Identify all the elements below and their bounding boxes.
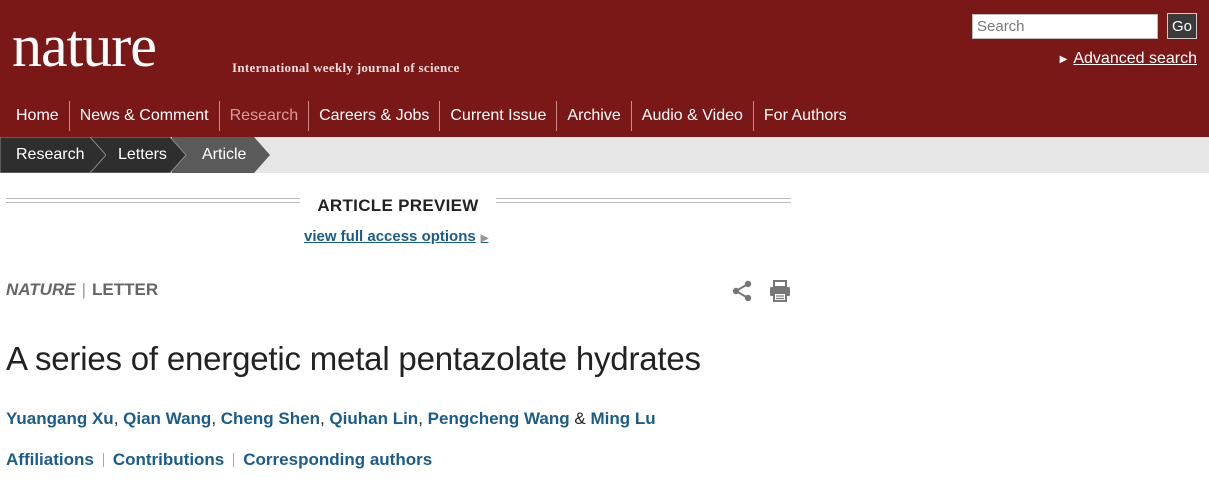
- author-link[interactable]: Pengcheng Wang: [428, 409, 570, 428]
- article-meta: NATURE | LETTER: [6, 280, 158, 300]
- advanced-search-link[interactable]: Advanced search: [1073, 50, 1197, 68]
- divider-left: [6, 198, 300, 203]
- main-nav: Home News & Comment Research Careers & J…: [6, 100, 857, 132]
- author-link[interactable]: Qian Wang: [123, 409, 211, 428]
- contributions-link[interactable]: Contributions: [113, 450, 224, 470]
- breadcrumb-research-label: Research: [16, 146, 85, 163]
- view-full-access-link[interactable]: view full access options ▶: [304, 228, 488, 245]
- author-separator: ,: [319, 409, 325, 428]
- search-go-button[interactable]: Go: [1167, 13, 1197, 39]
- nature-logo[interactable]: nature: [12, 14, 157, 78]
- affiliations-link[interactable]: Affiliations: [6, 450, 94, 470]
- nav-research[interactable]: Research: [220, 101, 310, 131]
- nav-archive[interactable]: Archive: [557, 101, 632, 131]
- view-full-access-label: view full access options: [304, 228, 476, 245]
- site-header: nature International weekly journal of s…: [0, 0, 1209, 137]
- author-separator: ,: [113, 409, 119, 428]
- link-divider: [102, 453, 104, 467]
- nav-news-comment[interactable]: News & Comment: [70, 101, 220, 131]
- journal-name: NATURE: [6, 280, 76, 299]
- author-joiner: &: [574, 409, 586, 428]
- right-triangle-icon: ▶: [480, 233, 489, 244]
- article-preview-label: ARTICLE PREVIEW: [317, 196, 479, 215]
- breadcrumb: Article Letters Research: [0, 137, 1209, 173]
- search-input[interactable]: [972, 14, 1158, 39]
- divider-right: [496, 198, 791, 203]
- article-type: LETTER: [92, 280, 159, 299]
- author-separator: ,: [211, 409, 217, 428]
- nav-for-authors[interactable]: For Authors: [754, 101, 857, 131]
- author-link[interactable]: Cheng Shen: [221, 409, 320, 428]
- tagline: International weekly journal of science: [232, 60, 460, 75]
- author-link[interactable]: Qiuhan Lin: [329, 409, 418, 428]
- print-icon[interactable]: [768, 279, 792, 308]
- author-link[interactable]: Ming Lu: [590, 409, 655, 428]
- link-divider: [233, 453, 235, 467]
- article-title: A series of energetic metal pentazolate …: [6, 340, 701, 377]
- nav-careers-jobs[interactable]: Careers & Jobs: [309, 101, 441, 131]
- right-triangle-icon: ▶: [1059, 53, 1068, 65]
- corresponding-authors-link[interactable]: Corresponding authors: [243, 450, 432, 470]
- meta-separator: |: [81, 280, 86, 299]
- advanced-search: ▶ Advanced search: [1060, 50, 1197, 68]
- nav-current-issue[interactable]: Current Issue: [440, 101, 558, 131]
- share-icon[interactable]: [730, 279, 754, 308]
- breadcrumb-research[interactable]: Research: [0, 137, 106, 173]
- author-link[interactable]: Yuangang Xu: [6, 409, 114, 428]
- author-list: Yuangang Xu, Qian Wang, Cheng Shen, Qiuh…: [6, 409, 656, 429]
- nav-home[interactable]: Home: [6, 101, 70, 131]
- article-links: Affiliations Contributions Corresponding…: [6, 450, 432, 470]
- nav-audio-video[interactable]: Audio & Video: [632, 101, 754, 131]
- author-separator: ,: [418, 409, 423, 428]
